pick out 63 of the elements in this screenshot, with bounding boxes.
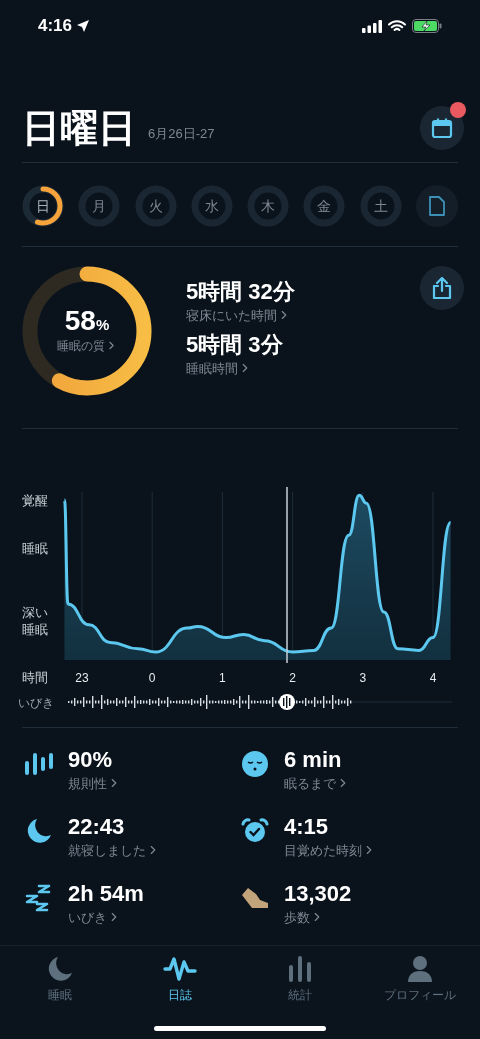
x-axis-label: 4	[429, 671, 437, 685]
duration-value: 5時間 3分	[186, 331, 284, 359]
share-button[interactable]	[420, 266, 464, 310]
snore-label: いびき	[18, 696, 54, 710]
duration-value: 5時間 32分	[186, 278, 295, 306]
metric-link[interactable]: 歩数	[284, 907, 352, 927]
tab[interactable]: プロフィール	[360, 954, 480, 1004]
share-icon	[432, 277, 452, 299]
metric-value: 6 min	[284, 746, 343, 774]
x-axis-label: 23	[75, 671, 89, 685]
duration-link[interactable]: 睡眠時間	[186, 358, 295, 378]
tab[interactable]: 睡眠	[0, 954, 120, 1004]
quality-unit: %	[95, 316, 110, 336]
location-arrow-icon	[76, 19, 91, 33]
y-axis-label: 覚醒	[22, 493, 48, 508]
day-button[interactable]: 月	[78, 185, 121, 227]
status-time: 4:16	[38, 15, 73, 38]
battery-charging-icon	[412, 19, 442, 33]
person-icon	[407, 955, 433, 983]
signal-icon	[362, 19, 382, 33]
wave-icon	[163, 956, 197, 982]
day-button[interactable]: 水	[190, 185, 233, 227]
alarm-clock-icon	[241, 817, 269, 845]
metric-value: 13,302	[284, 880, 352, 908]
metric-value: 90%	[68, 746, 114, 774]
day-button[interactable]: 木	[247, 185, 290, 227]
day-button[interactable]: 火	[134, 185, 177, 227]
report-button[interactable]	[415, 185, 458, 227]
wifi-icon	[388, 19, 406, 33]
shoe-icon	[240, 885, 270, 911]
day-button[interactable]: 日	[22, 185, 64, 227]
x-axis-label: 1	[219, 671, 226, 685]
metric-link[interactable]: 目覚めた時刻	[284, 840, 376, 860]
sleepy-face-icon	[241, 750, 269, 778]
moon-icon	[46, 955, 74, 983]
moon-icon	[25, 817, 53, 845]
quality-link[interactable]: 睡眠の質	[56, 336, 118, 355]
metric-value: 4:15	[284, 813, 330, 841]
date-range: 6月26日-27	[148, 125, 215, 144]
metric-value: 22:43	[68, 813, 126, 841]
y-axis-label: 睡眠	[22, 541, 48, 556]
calendar-icon	[431, 117, 453, 139]
tab[interactable]: 日誌	[120, 954, 240, 1004]
day-button[interactable]: 土	[359, 185, 402, 227]
y-axis-label: 深い睡眠	[22, 605, 48, 637]
time-cursor[interactable]	[279, 487, 295, 710]
x-axis-label: 2	[289, 671, 296, 685]
metric-link[interactable]: 規則性	[68, 773, 121, 793]
bar-chart-icon	[287, 955, 313, 983]
duration-link[interactable]: 寝床にいた時間	[186, 305, 295, 325]
metric-link[interactable]: いびき	[68, 907, 144, 927]
day-button[interactable]: 金	[303, 185, 346, 227]
bars-icon	[24, 751, 54, 777]
tab[interactable]: 統計	[240, 954, 360, 1004]
metric-value: 2h 54m	[68, 880, 144, 908]
document-icon	[428, 196, 445, 216]
day-title: 日曜日	[22, 109, 136, 147]
quality-value: 58	[64, 307, 96, 336]
x-axis-label: 3	[359, 671, 367, 685]
x-axis-label: 0	[148, 671, 156, 685]
x-axis-title: 時間	[22, 670, 48, 685]
metric-link[interactable]: 眠るまで	[284, 773, 350, 793]
metric-link[interactable]: 就寝しました	[68, 840, 160, 860]
